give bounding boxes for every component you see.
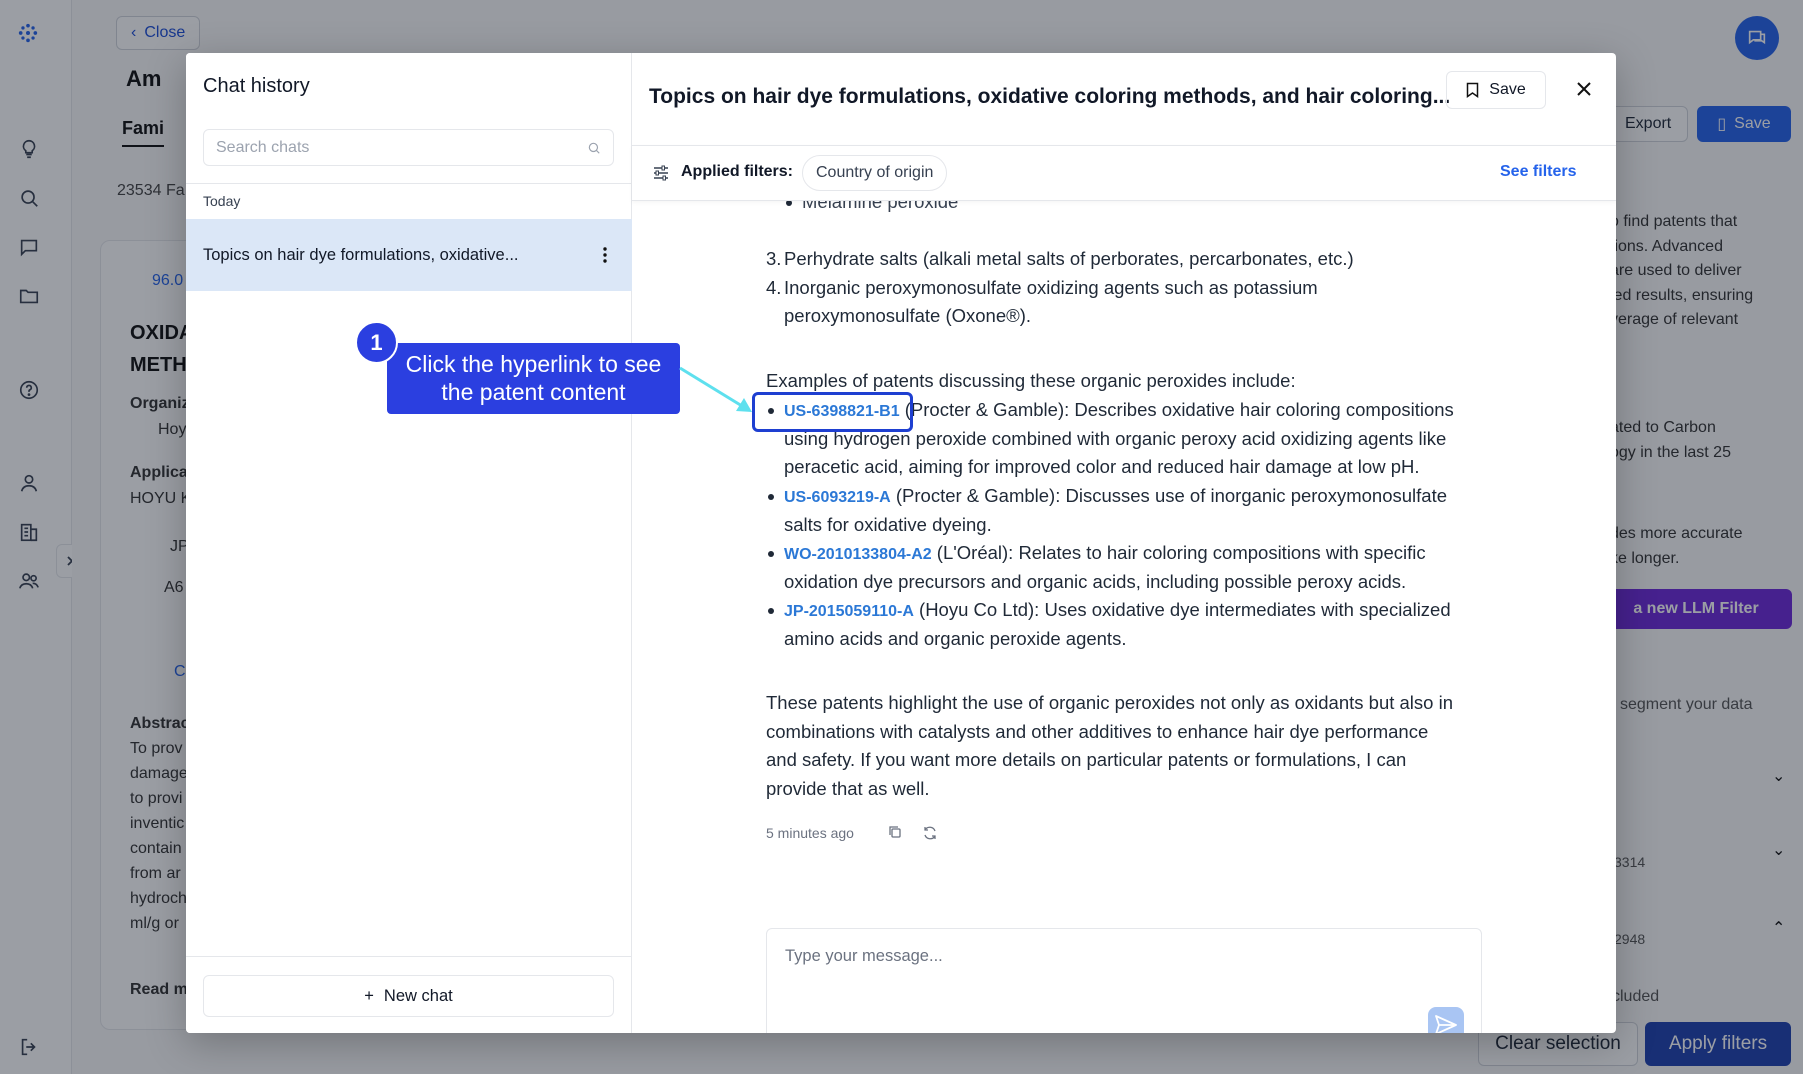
- patent-text: (Procter & Gamble): Describes oxidative …: [899, 399, 1454, 420]
- link-highlight: [752, 392, 913, 432]
- patent-list-item: US-6093219-A (Procter & Gamble): Discuss…: [768, 482, 1484, 513]
- new-chat-label: New chat: [383, 986, 453, 1005]
- bookmark-icon: [1467, 82, 1479, 98]
- list-item-text: Melamine peroxide: [802, 201, 959, 212]
- list-item-text: oxidation dye precursors and organic aci…: [784, 571, 1407, 592]
- search-icon: [588, 142, 600, 154]
- patent-text: (L'Oréal): Relates to hair coloring comp…: [931, 542, 1426, 563]
- patent-text: (Procter & Gamble): Discusses use of ino…: [890, 485, 1447, 506]
- applied-filters-label: Applied filters:: [681, 163, 794, 180]
- paragraph-line: combinations with catalysts and other ad…: [766, 721, 1429, 742]
- patent-list-item: WO-2010133804-A2 (L'Oréal): Relates to h…: [768, 539, 1484, 570]
- list-item-text: salts for oxidative dyeing.: [784, 514, 992, 535]
- patent-text: (Hoyu Co Ltd): Uses oxidative dye interm…: [913, 599, 1451, 620]
- patent-list-item: JP-2015059110-A (Hoyu Co Ltd): Uses oxid…: [768, 596, 1484, 627]
- chat-modal: Chat history Search chats Today Topics o…: [186, 53, 1616, 1033]
- paragraph-line: provide that as well.: [766, 778, 930, 799]
- history-group-label: Today: [203, 193, 241, 209]
- divider: [186, 956, 632, 957]
- list-number: 4.: [766, 277, 782, 298]
- bullet: [768, 551, 774, 557]
- tutorial-step-badge: 1: [355, 321, 398, 364]
- message-meta: 5 minutes ago: [766, 825, 938, 841]
- history-item-label: Topics on hair dye formulations, oxidati…: [203, 245, 519, 264]
- chat-history-panel: Chat history Search chats Today Topics o…: [186, 53, 632, 1033]
- list-number: 3.: [766, 248, 782, 269]
- patent-link[interactable]: US-6093219-A: [784, 489, 891, 506]
- tutorial-tooltip: Click the hyperlink to see the patent co…: [387, 343, 680, 414]
- close-icon[interactable]: [1568, 73, 1600, 105]
- tutorial-line: Click the hyperlink to see: [405, 351, 662, 377]
- bullet: [768, 608, 774, 614]
- list-item-text: amino acids and organic peroxide agents.: [784, 628, 1127, 649]
- paragraph-line: These patents highlight the use of organ…: [766, 692, 1453, 713]
- send-icon: [1435, 1015, 1457, 1033]
- assistant-message: Melamine peroxide 3. Perhydrate salts (a…: [632, 201, 1616, 1033]
- paragraph-line: and safety. If you want more details on …: [766, 749, 1407, 770]
- more-options-icon[interactable]: [595, 245, 615, 265]
- plus-icon: +: [364, 986, 374, 1005]
- list-item-text: Perhydrate salts (alkali metal salts of …: [784, 248, 1354, 269]
- message-placeholder: Type your message...: [785, 947, 943, 965]
- regenerate-icon[interactable]: [922, 825, 938, 841]
- message-timestamp: 5 minutes ago: [766, 825, 854, 841]
- copy-icon[interactable]: [888, 825, 904, 841]
- list-item: Melamine peroxide: [786, 201, 958, 217]
- history-item[interactable]: Topics on hair dye formulations, oxidati…: [186, 219, 632, 291]
- patent-link[interactable]: JP-2015059110-A: [784, 603, 914, 620]
- message-input[interactable]: Type your message...: [766, 928, 1482, 1033]
- sliders-icon: [654, 165, 668, 181]
- save-chat-button[interactable]: Save: [1446, 71, 1546, 109]
- bullet: [768, 494, 774, 500]
- applied-filters-bar: Applied filters: Country of origin See f…: [632, 145, 1616, 201]
- list-item-text: peroxymonosulfate (Oxone®).: [784, 305, 1032, 326]
- save-chat-label: Save: [1489, 81, 1526, 98]
- send-button[interactable]: [1428, 1007, 1464, 1033]
- filter-chip[interactable]: Country of origin: [802, 155, 948, 191]
- list-item-text: Inorganic peroxymonosulfate oxidizing ag…: [784, 277, 1318, 298]
- tutorial-line: the patent content: [441, 379, 626, 405]
- see-filters-link[interactable]: See filters: [1500, 163, 1576, 181]
- patent-link[interactable]: WO-2010133804-A2: [784, 546, 932, 563]
- chat-history-title: Chat history: [203, 75, 310, 97]
- list-item-text: peracetic acid, aiming for improved colo…: [784, 456, 1420, 477]
- search-chats-input[interactable]: Search chats: [203, 129, 614, 166]
- chat-panel: Topics on hair dye formulations, oxidati…: [632, 53, 1616, 1033]
- divider: [186, 183, 632, 184]
- search-placeholder: Search chats: [216, 138, 310, 156]
- chat-title: Topics on hair dye formulations, oxidati…: [649, 85, 1451, 108]
- new-chat-button[interactable]: + New chat: [203, 975, 614, 1017]
